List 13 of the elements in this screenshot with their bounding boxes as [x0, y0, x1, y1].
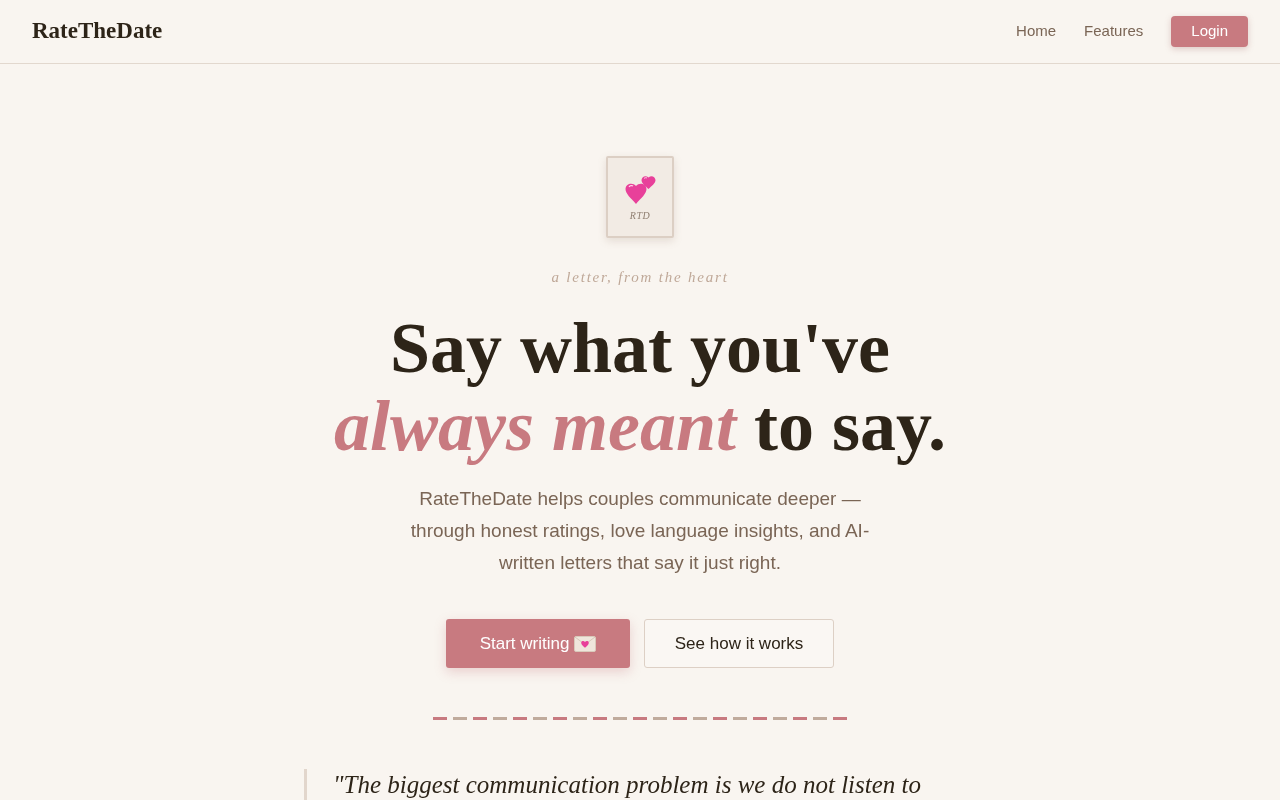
love-letter-icon [574, 635, 597, 652]
nav-link[interactable]: Features [1084, 20, 1144, 43]
quote-text: "The biggest communication problem is we do not listen to [333, 770, 922, 800]
tagline: a letter, from the heart [551, 268, 729, 287]
stamp-text: RTD [629, 210, 651, 222]
description: RateTheDate helps couples communicate deeper — through honest ratings, love language insights, and AI-written letters that say it just right. [409, 487, 871, 575]
nav-link[interactable]: Home [1016, 20, 1057, 43]
start-writing-button[interactable]: Start writing [446, 619, 630, 668]
logo[interactable]: RateTheDate [32, 14, 163, 49]
login-button[interactable]: Login [1171, 16, 1248, 47]
hearts-icon [624, 173, 658, 205]
headline: Say what you've always meant to say. [332, 309, 947, 465]
see-how-it-works-button[interactable]: See how it works [644, 619, 834, 668]
